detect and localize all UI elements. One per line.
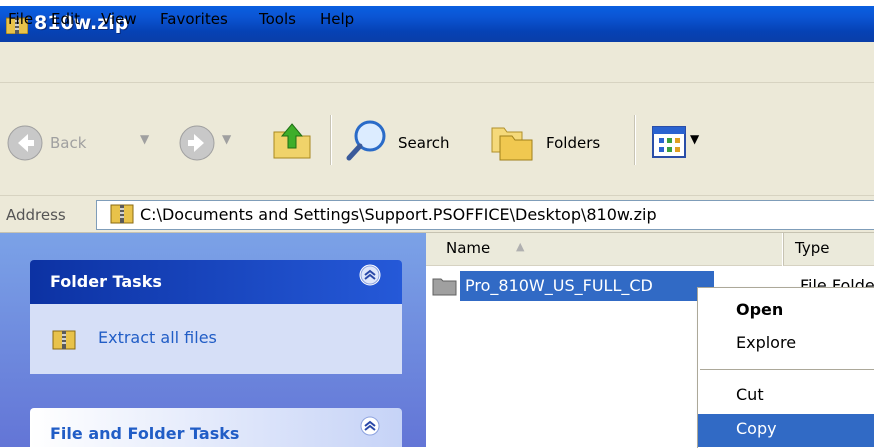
back-dropdown-icon[interactable]: ▼: [140, 132, 149, 146]
search-button-label[interactable]: Search: [398, 134, 450, 152]
folder-tasks-title: Folder Tasks: [50, 272, 162, 291]
zip-folder-icon: [52, 330, 76, 350]
context-open[interactable]: Open: [736, 300, 783, 319]
zip-folder-icon: [110, 204, 134, 224]
up-folder-icon[interactable]: [270, 116, 314, 162]
folder-name: Pro_810W_US_FULL_CD: [465, 276, 653, 295]
menu-edit[interactable]: Edit: [51, 10, 80, 28]
sort-ascending-icon: ▲: [516, 240, 525, 253]
folders-button-label[interactable]: Folders: [546, 134, 600, 152]
context-explore[interactable]: Explore: [736, 333, 796, 352]
forward-dropdown-icon[interactable]: ▼: [222, 132, 231, 146]
menu-tools[interactable]: Tools: [259, 10, 296, 28]
folder-icon: [432, 278, 457, 296]
toolbar-separator: [330, 115, 332, 165]
column-name-label: Name: [446, 239, 491, 257]
views-icon[interactable]: [652, 126, 686, 158]
context-copy-highlight: [698, 414, 874, 447]
back-arrow-icon[interactable]: [6, 124, 44, 162]
menu-help[interactable]: Help: [320, 10, 354, 28]
extract-all-files-link[interactable]: Extract all files: [98, 328, 217, 347]
column-type-label: Type: [795, 239, 830, 257]
address-label: Address: [6, 206, 66, 224]
address-path: C:\Documents and Settings\Support.PSOFFI…: [140, 205, 657, 224]
context-cut[interactable]: Cut: [736, 385, 764, 404]
file-folder-tasks-title: File and Folder Tasks: [50, 424, 240, 443]
forward-arrow-icon[interactable]: [178, 124, 216, 162]
menu-file[interactable]: File: [8, 10, 33, 28]
menu-bar: [0, 42, 874, 83]
menu-view[interactable]: View: [101, 10, 137, 28]
menu-favorites[interactable]: Favorites: [160, 10, 228, 28]
collapse-chevron-icon[interactable]: [358, 414, 382, 438]
back-button-label[interactable]: Back: [50, 134, 86, 152]
context-copy[interactable]: Copy: [736, 419, 777, 438]
folders-icon[interactable]: [488, 118, 536, 162]
context-separator: [700, 369, 874, 370]
collapse-chevron-icon[interactable]: [358, 263, 382, 287]
toolbar-separator: [634, 115, 636, 165]
search-icon[interactable]: [344, 118, 390, 162]
views-dropdown-icon[interactable]: ▼: [690, 132, 699, 146]
